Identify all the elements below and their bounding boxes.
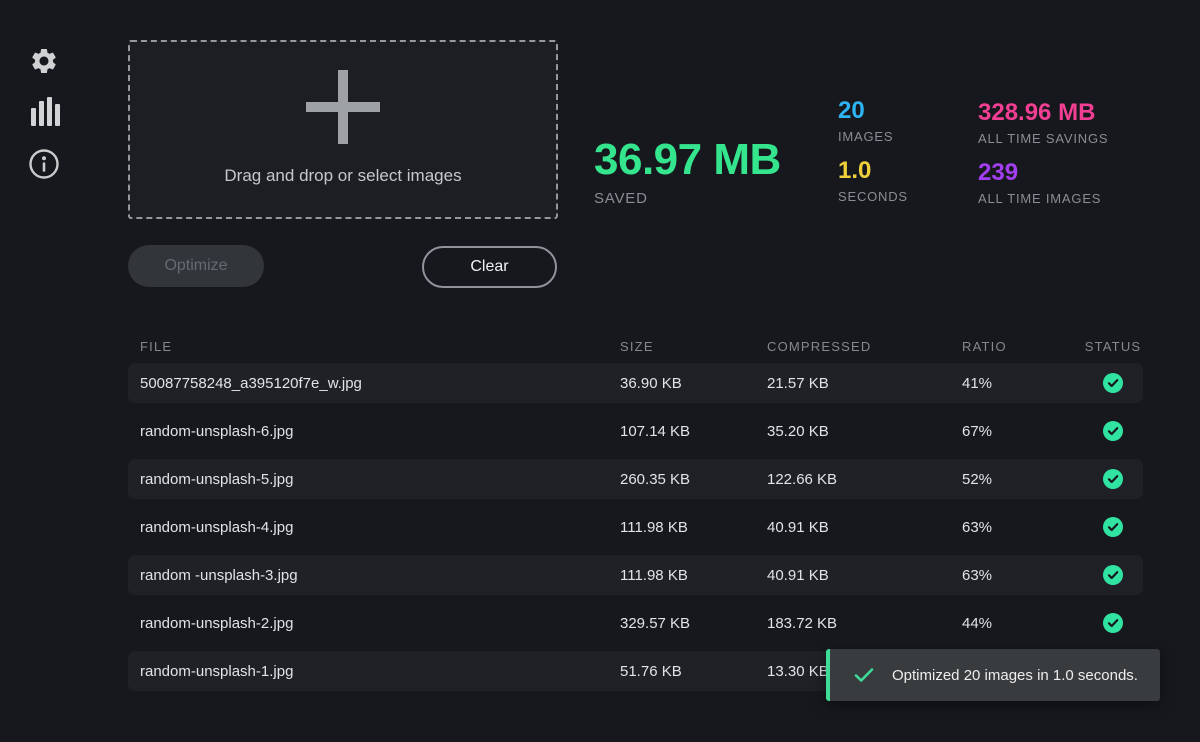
header-size: SIZE [620,339,767,354]
sidebar-item-stats[interactable] [26,93,62,129]
table-row: random-unsplash-2.jpg 329.57 KB 183.72 K… [128,603,1143,643]
status-cell [1083,469,1143,489]
size-cell: 329.57 KB [620,615,767,632]
toast-check-icon [854,667,874,683]
status-cell [1083,613,1143,633]
header-status: STATUS [1083,339,1143,354]
ratio-cell: 52% [962,471,1083,488]
success-check-icon [1103,565,1123,585]
file-name-cell: 50087758248_a395120f7e_w.jpg [128,375,620,392]
size-cell: 51.76 KB [620,663,767,680]
all-time-savings-stat: 328.96 MB ALL TIME SAVINGS [978,99,1108,146]
table-row: random-unsplash-4.jpg 111.98 KB 40.91 KB… [128,507,1143,547]
status-cell [1083,517,1143,537]
success-check-icon [1103,421,1123,441]
all-time-images-label: ALL TIME IMAGES [978,191,1108,206]
header-file: FILE [128,339,620,354]
all-time-stats: 328.96 MB ALL TIME SAVINGS 239 ALL TIME … [978,99,1108,206]
all-time-images-stat: 239 ALL TIME IMAGES [978,159,1108,206]
ratio-cell: 63% [962,519,1083,536]
all-time-savings-value: 328.96 MB [978,99,1108,127]
seconds-label: SECONDS [838,189,908,204]
table-row: random-unsplash-5.jpg 260.35 KB 122.66 K… [128,459,1143,499]
images-label: IMAGES [838,129,908,144]
dropzone-label: Drag and drop or select images [224,166,461,186]
optimize-button[interactable]: Optimize [128,245,264,287]
success-check-icon [1103,469,1123,489]
status-cell [1083,421,1143,441]
file-name-cell: random-unsplash-1.jpg [128,663,620,680]
toast: Optimized 20 images in 1.0 seconds. [826,649,1160,701]
ratio-cell: 63% [962,567,1083,584]
file-name-cell: random-unsplash-6.jpg [128,423,620,440]
ratio-cell: 44% [962,615,1083,632]
success-check-icon [1103,613,1123,633]
images-value: 20 [838,97,908,125]
saved-value: 36.97 MB [594,135,781,185]
file-table: FILE SIZE COMPRESSED RATIO STATUS 500877… [128,330,1143,699]
size-cell: 260.35 KB [620,471,767,488]
table-header: FILE SIZE COMPRESSED RATIO STATUS [128,330,1143,363]
success-check-icon [1103,373,1123,393]
file-name-cell: random-unsplash-4.jpg [128,519,620,536]
all-time-images-value: 239 [978,159,1108,187]
sidebar-item-settings[interactable] [26,43,62,79]
file-name-cell: random -unsplash-3.jpg [128,567,620,584]
status-cell [1083,565,1143,585]
file-name-cell: random-unsplash-5.jpg [128,471,620,488]
clear-button[interactable]: Clear [422,246,557,288]
compressed-cell: 122.66 KB [767,471,962,488]
compressed-cell: 40.91 KB [767,567,962,584]
file-name-cell: random-unsplash-2.jpg [128,615,620,632]
dropzone[interactable]: Drag and drop or select images [128,40,558,219]
compressed-cell: 183.72 KB [767,615,962,632]
compressed-cell: 35.20 KB [767,423,962,440]
size-cell: 36.90 KB [620,375,767,392]
size-cell: 111.98 KB [620,567,767,584]
session-stats: 20 IMAGES 1.0 SECONDS [838,97,908,204]
all-time-savings-label: ALL TIME SAVINGS [978,131,1108,146]
gear-icon [29,46,59,76]
size-cell: 111.98 KB [620,519,767,536]
images-stat: 20 IMAGES [838,97,908,144]
compressed-cell: 21.57 KB [767,375,962,392]
seconds-stat: 1.0 SECONDS [838,157,908,204]
status-cell [1083,373,1143,393]
plus-icon [306,70,380,144]
seconds-value: 1.0 [838,157,908,185]
sidebar [0,0,90,742]
table-row: random-unsplash-6.jpg 107.14 KB 35.20 KB… [128,411,1143,451]
compressed-cell: 40.91 KB [767,519,962,536]
sidebar-item-info[interactable] [26,146,62,182]
table-row: random -unsplash-3.jpg 111.98 KB 40.91 K… [128,555,1143,595]
saved-label: SAVED [594,190,781,207]
bar-chart-icon [28,95,60,127]
table-row: 50087758248_a395120f7e_w.jpg 36.90 KB 21… [128,363,1143,403]
ratio-cell: 41% [962,375,1083,392]
saved-stat: 36.97 MB SAVED [594,135,781,207]
header-compressed: COMPRESSED [767,339,962,354]
ratio-cell: 67% [962,423,1083,440]
success-check-icon [1103,517,1123,537]
info-icon [28,148,60,180]
header-ratio: RATIO [962,339,1083,354]
toast-message: Optimized 20 images in 1.0 seconds. [892,667,1138,684]
size-cell: 107.14 KB [620,423,767,440]
table-body: 50087758248_a395120f7e_w.jpg 36.90 KB 21… [128,363,1143,691]
